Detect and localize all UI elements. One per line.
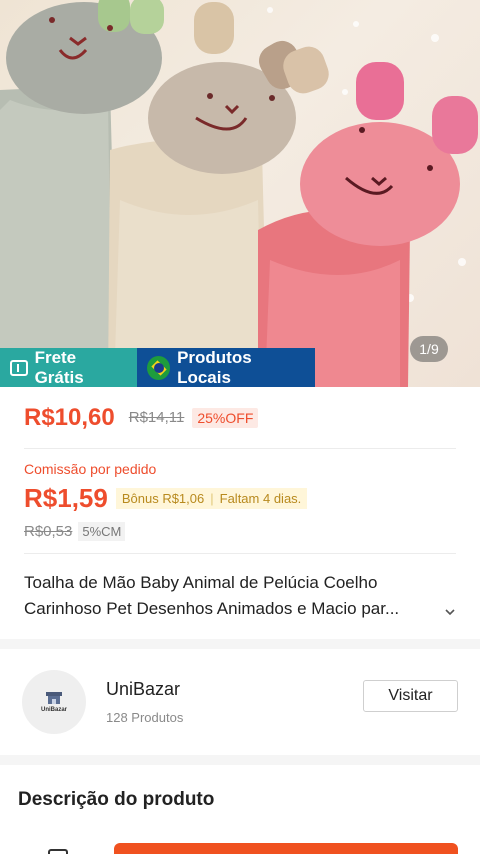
- shop-product-count: 128 Produtos: [106, 710, 184, 725]
- bonus-badge: Bônus R$1,06 | Faltam 4 dias.: [115, 488, 308, 509]
- price-row: R$10,60 R$14,11 25%OFF: [24, 387, 456, 449]
- store-icon: [46, 692, 62, 704]
- bonus-amount: Bônus R$1,06: [121, 491, 205, 506]
- bonus-deadline: Faltam 4 dias.: [219, 491, 302, 506]
- bottom-action-bar: [0, 841, 480, 854]
- commission-label: Comissão por pedido: [24, 461, 157, 477]
- shop-info: UniBazar 128 Produtos: [106, 679, 183, 725]
- commission-rate-row: R$0,53 5%CM: [24, 522, 456, 554]
- shop-logo-text: UniBazar: [40, 707, 67, 713]
- shop-name: UniBazar: [106, 679, 181, 699]
- discount-badge: 25%OFF: [192, 407, 259, 428]
- image-counter: 1/9: [410, 336, 448, 362]
- description-title: Descrição do produto: [18, 789, 215, 810]
- cart-icon[interactable]: [48, 849, 68, 854]
- local-products-tag: Produtos Locais: [137, 348, 315, 387]
- original-price: R$14,11: [128, 409, 185, 426]
- commission-rate-badge: 5%CM: [78, 522, 126, 541]
- product-title: Toalha de Mão Baby Animal de Pelúcia Coe…: [24, 570, 436, 622]
- ticket-icon: [10, 359, 28, 376]
- promo-tags: Frete Grátis Produtos Locais: [0, 348, 315, 387]
- brazil-flag-icon: [147, 355, 171, 380]
- description-section: Descrição do produto: [0, 765, 480, 854]
- product-title-line-1: Toalha de Mão Baby Animal de Pelúcia Coe…: [24, 573, 378, 592]
- commission-value: R$1,59: [24, 483, 108, 513]
- product-photo: [0, 0, 478, 387]
- current-price: R$10,60: [24, 403, 115, 431]
- local-products-label: Produtos Locais: [177, 347, 252, 387]
- product-image-carousel[interactable]: 1/9 Frete Grátis Produtos Locais: [0, 0, 480, 387]
- bonus-separator: |: [210, 491, 214, 506]
- commission-row: R$1,59 Bônus R$1,06 | Faltam 4 dias.: [24, 483, 456, 514]
- visit-shop-button[interactable]: Visitar: [363, 680, 458, 712]
- free-shipping-tag: Frete Grátis: [0, 348, 137, 387]
- old-commission: R$0,53: [24, 523, 73, 540]
- free-shipping-label: Frete Grátis: [34, 347, 84, 387]
- product-title-line-2: Carinhoso Pet Desenhos Animados e Macio …: [24, 599, 400, 618]
- shop-avatar[interactable]: UniBazar: [22, 670, 86, 734]
- price-section: R$10,60 R$14,11 25%OFF Comissão por pedi…: [0, 387, 480, 639]
- shop-section: UniBazar UniBazar 128 Produtos Visitar: [0, 649, 480, 755]
- buy-button[interactable]: [114, 843, 458, 854]
- chevron-down-icon[interactable]: [444, 606, 456, 618]
- product-title-block[interactable]: Toalha de Mão Baby Animal de Pelúcia Coe…: [24, 554, 456, 622]
